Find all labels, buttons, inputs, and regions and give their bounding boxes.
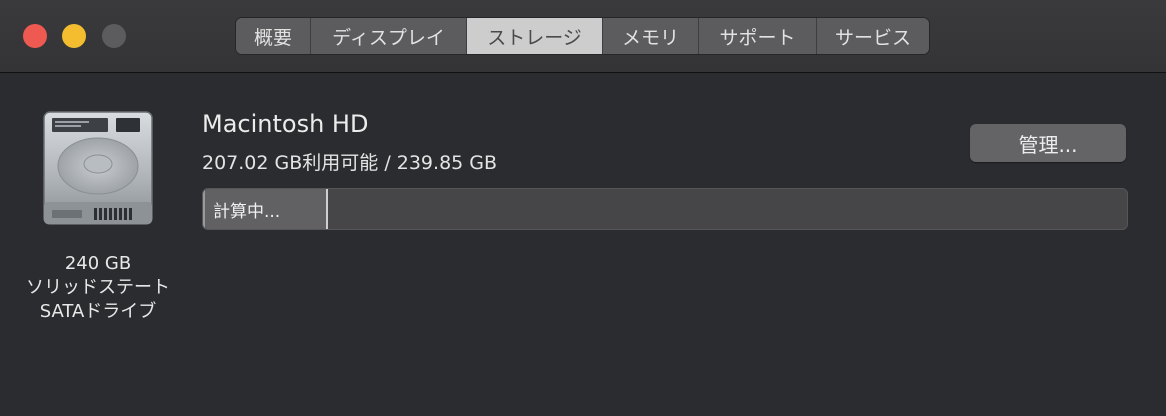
tab-memory[interactable]: メモリ [603, 18, 699, 54]
title-bar: 概要 ディスプレイ ストレージ メモリ サポート サービス [0, 0, 1166, 73]
calculating-segment: 計算中... [203, 189, 328, 229]
close-button[interactable] [23, 24, 47, 48]
storage-usage-bar: 計算中... [202, 188, 1128, 230]
tab-overview[interactable]: 概要 [236, 18, 311, 54]
tab-storage[interactable]: ストレージ [467, 18, 603, 54]
drive-type-line1: ソリッドステート [26, 277, 170, 298]
drive-type-line2: SATAドライブ [39, 301, 157, 322]
drive-size: 240 GB [64, 253, 132, 274]
manage-button[interactable]: 管理... [970, 124, 1126, 162]
tab-display[interactable]: ディスプレイ [311, 18, 467, 54]
drive-info: 240 GB ソリッドステート SATAドライブ [0, 252, 196, 324]
tab-bar: 概要 ディスプレイ ストレージ メモリ サポート サービス [236, 18, 929, 54]
volume-capacity: 207.02 GB利用可能 / 239.85 GB [202, 152, 498, 174]
tab-support[interactable]: サポート [699, 18, 817, 54]
about-this-mac-window: 概要 ディスプレイ ストレージ メモリ サポート サービス 240 GB ソリッ… [0, 0, 1166, 416]
hard-drive-icon [43, 111, 153, 225]
minimize-button[interactable] [62, 24, 86, 48]
zoom-button[interactable] [102, 24, 126, 48]
volume-name: Macintosh HD [202, 110, 369, 138]
tab-service[interactable]: サービス [817, 18, 929, 54]
